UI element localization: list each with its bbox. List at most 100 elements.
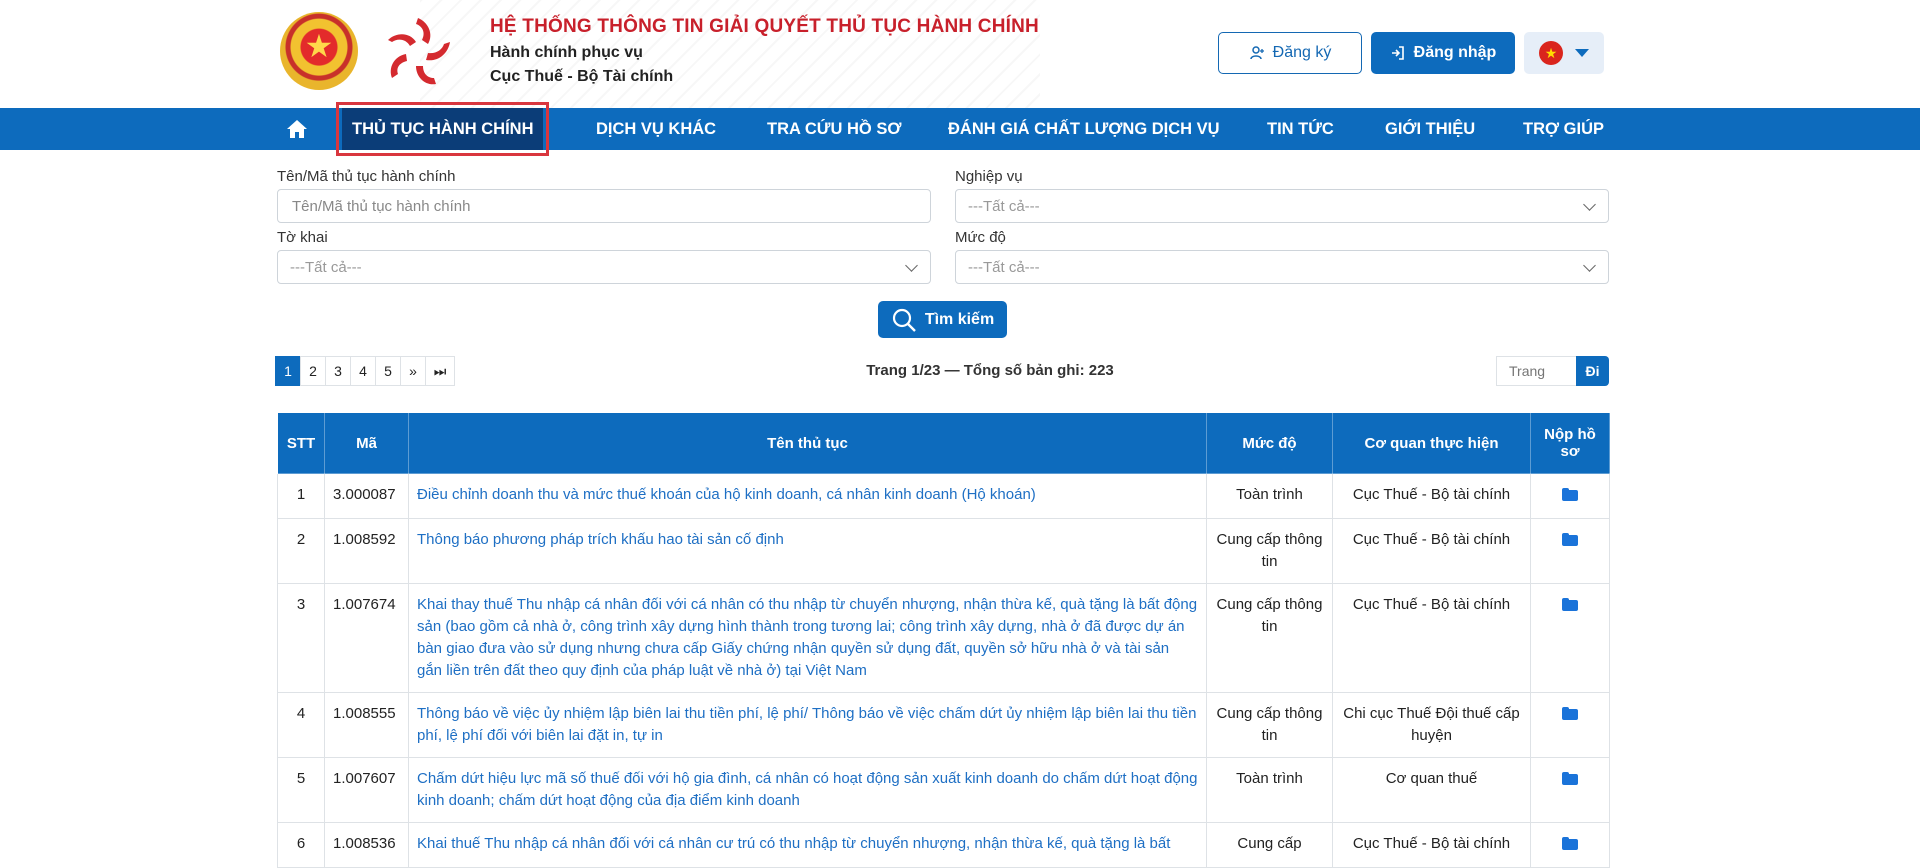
row-level: Cung cấp thông tin [1206,583,1333,693]
form-label: Tờ khai [277,229,328,246]
goto-page-input[interactable] [1496,356,1576,386]
folder-open-icon[interactable] [1562,772,1578,785]
submit-cell [1530,822,1610,868]
row-code: 1.008555 [324,692,409,758]
login-button[interactable]: Đăng nhập [1371,32,1515,74]
register-button[interactable]: Đăng ký [1218,32,1362,74]
procedure-link[interactable]: Thông báo phương pháp trích khấu hao tài… [408,518,1207,584]
submit-cell [1530,583,1610,693]
procedure-link[interactable]: Điều chỉnh doanh thu và mức thuế khoán c… [408,473,1207,519]
system-title: HỆ THỐNG THÔNG TIN GIẢI QUYẾT THỦ TỤC HÀ… [490,16,1039,37]
chevron-down-icon [905,259,918,272]
page-button-2[interactable]: 2 [300,356,326,386]
procedure-name-label: Tên/Mã thủ tục hành chính [277,168,456,185]
row-agency: Cục Thuế - Bộ tài chính [1332,583,1531,693]
table-row: 1 3.000087 Điều chỉnh doanh thu và mức t… [277,473,1610,519]
submit-cell [1530,473,1610,519]
nav-item-help[interactable]: TRỢ GIÚP [1523,108,1604,150]
goto-page-button[interactable]: Đi [1576,356,1609,386]
search-button[interactable]: Tìm kiếm [878,301,1007,338]
folder-open-icon[interactable] [1562,488,1578,501]
page-info: Trang 1/23 — Tổng số bản ghi: 223 [866,362,1114,379]
level-label: Mức độ [955,229,1006,246]
next-page-button[interactable]: » [400,356,426,386]
col-header-name: Tên thủ tục [408,412,1207,474]
level-select[interactable]: ---Tất cả--- [955,250,1609,284]
folder-open-icon[interactable] [1562,598,1578,611]
row-stt: 5 [277,757,325,823]
search-icon [892,308,916,332]
nav-item-about[interactable]: GIỚI THIỆU [1385,108,1475,150]
form-select[interactable]: ---Tất cả--- [277,250,931,284]
table-row: 3 1.007674 Khai thay thuế Thu nhập cá nh… [277,583,1610,693]
login-icon [1391,46,1404,60]
business-label: Nghiệp vụ [955,168,1023,185]
caret-down-icon [1575,49,1589,57]
home-icon[interactable] [284,116,310,142]
row-stt: 3 [277,583,325,693]
row-stt: 2 [277,518,325,584]
row-agency: Cơ quan thuế [1332,757,1531,823]
row-agency: Cục Thuế - Bộ tài chính [1332,518,1531,584]
login-label: Đăng nhập [1413,44,1497,61]
chevron-down-icon [1583,259,1596,272]
row-level: Toàn trình [1206,757,1333,823]
procedure-link[interactable]: Chấm dứt hiệu lực mã số thuế đối với hộ … [408,757,1207,823]
nav-item-other-services[interactable]: DỊCH VỤ KHÁC [596,108,716,150]
vietnam-flag-icon: ★ [1539,41,1563,65]
business-select-value: ---Tất cả--- [968,197,1040,215]
nav-item-service-evaluation[interactable]: ĐÁNH GIÁ CHẤT LƯỢNG DỊCH VỤ [948,108,1220,150]
row-level: Cung cấp thông tin [1206,692,1333,758]
procedures-table: STT Mã Tên thủ tục Mức độ Cơ quan thực h… [277,412,1610,868]
col-header-level: Mức độ [1206,412,1333,474]
page-button-1[interactable]: 1 [275,356,301,386]
procedure-name-field[interactable] [277,189,931,223]
page-button-3[interactable]: 3 [325,356,351,386]
col-header-stt: STT [277,412,325,474]
row-level: Cung cấp thông tin [1206,518,1333,584]
procedure-link[interactable]: Khai thuế Thu nhập cá nhân đối với cá nh… [408,822,1207,868]
form-select-value: ---Tất cả--- [290,258,362,276]
service-logo [388,18,450,85]
procedure-link[interactable]: Khai thay thuế Thu nhập cá nhân đối với … [408,583,1207,693]
row-stt: 6 [277,822,325,868]
folder-open-icon[interactable] [1562,837,1578,850]
search-label: Tìm kiếm [924,310,995,328]
nav-item-news[interactable]: TIN TỨC [1267,108,1334,150]
register-label: Đăng ký [1272,44,1332,61]
procedure-link[interactable]: Thông báo về việc ủy nhiệm lập biên lai … [408,692,1207,758]
table-row: 6 1.008536 Khai thuế Thu nhập cá nhân đố… [277,822,1610,868]
submit-cell [1530,518,1610,584]
row-code: 1.008592 [324,518,409,584]
procedure-name-input[interactable] [290,196,918,216]
folder-open-icon[interactable] [1562,707,1578,720]
business-select[interactable]: ---Tất cả--- [955,189,1609,223]
main-nav: THỦ TỤC HÀNH CHÍNH DỊCH VỤ KHÁC TRA CỨU … [0,102,1920,156]
nav-item-administrative-procedures[interactable]: THỦ TỤC HÀNH CHÍNH [335,102,550,156]
language-dropdown[interactable]: ★ [1524,32,1604,74]
page-button-5[interactable]: 5 [375,356,401,386]
table-row: 5 1.007607 Chấm dứt hiệu lực mã số thuế … [277,757,1610,823]
row-stt: 1 [277,473,325,519]
row-code: 1.007607 [324,757,409,823]
table-row: 4 1.008555 Thông báo về việc ủy nhiệm lậ… [277,692,1610,758]
national-emblem-logo: ★ [280,12,358,90]
last-page-button[interactable]: ⏭ [425,356,455,386]
level-select-value: ---Tất cả--- [968,258,1040,276]
nav-item-lookup-records[interactable]: TRA CỨU HỒ SƠ [767,108,901,150]
col-header-submit: Nộp hồ sơ [1530,412,1610,474]
row-code: 1.007674 [324,583,409,693]
submit-cell [1530,757,1610,823]
pagination: 1 2 3 4 5 » ⏭ [275,356,455,386]
row-code: 3.000087 [324,473,409,519]
row-agency: Cục Thuế - Bộ tài chính [1332,473,1531,519]
row-level: Toàn trình [1206,473,1333,519]
folder-open-icon[interactable] [1562,533,1578,546]
row-agency: Chi cục Thuế Đội thuế cấp huyện [1332,692,1531,758]
row-code: 1.008536 [324,822,409,868]
system-subtitle: Hành chính phục vụ [490,44,643,61]
page-button-4[interactable]: 4 [350,356,376,386]
page: ★ HỆ THỐNG THÔNG TIN GIẢI QUYẾT THỦ TỤC … [0,0,1920,868]
site-header: ★ HỆ THỐNG THÔNG TIN GIẢI QUYẾT THỦ TỤC … [0,0,1920,108]
row-level: Cung cấp [1206,822,1333,868]
